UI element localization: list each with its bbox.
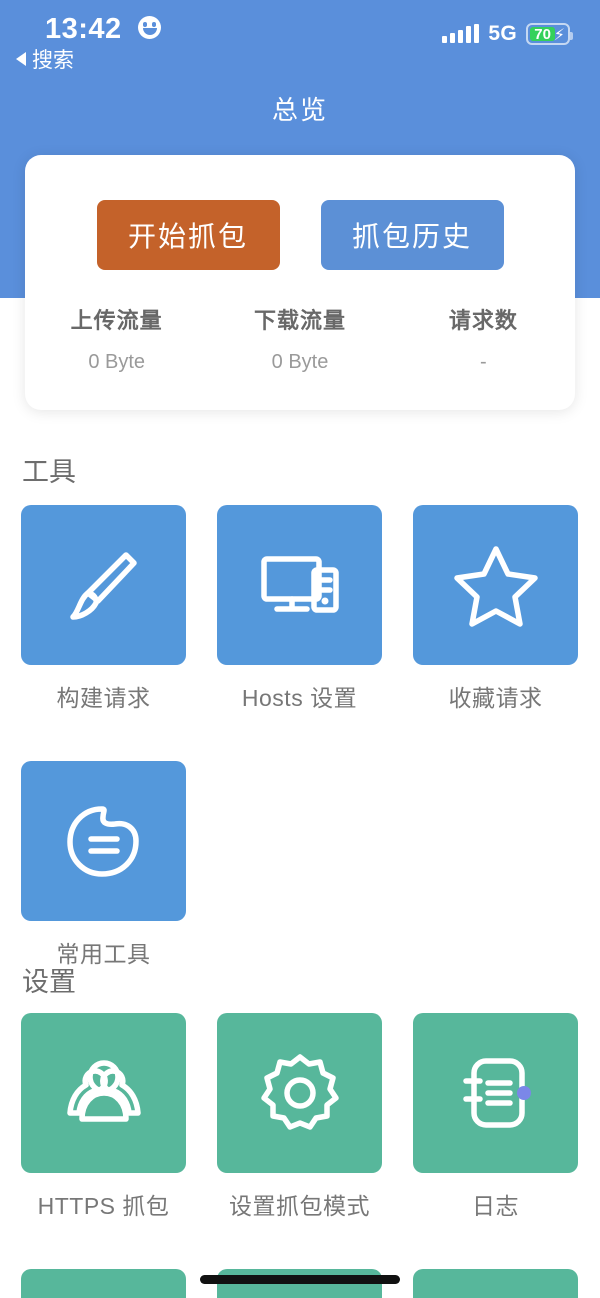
- tools-grid: 构建请求 Hosts 设置 收藏请求 常用工具: [21, 505, 579, 1017]
- desktop-computer-icon: [217, 505, 382, 665]
- section-title-tools: 工具: [22, 457, 76, 487]
- steam-waves-icon: [413, 1269, 578, 1298]
- notebook-icon: [413, 1013, 578, 1173]
- pen-icon: [21, 1269, 186, 1298]
- stat-request-count: 请求数 -: [392, 303, 575, 374]
- stat-label: 下载流量: [253, 308, 346, 333]
- stat-label: 请求数: [448, 308, 518, 333]
- page-title: 总览: [271, 95, 328, 125]
- battery-percent-label: 70: [534, 25, 551, 43]
- settings-tile-https-capture[interactable]: HTTPS 抓包: [21, 1013, 186, 1221]
- stat-download: 下载流量 0 Byte: [208, 303, 391, 374]
- toolbox-blob-icon: [21, 761, 186, 921]
- start-capture-button[interactable]: 开始抓包: [96, 200, 280, 270]
- signal-bars-icon: [442, 24, 480, 43]
- stat-value: -: [479, 351, 487, 373]
- settings-tile-label: 日志: [472, 1193, 519, 1219]
- settings-tile-pen[interactable]: [21, 1269, 186, 1298]
- tool-tile-favorite-requests[interactable]: 收藏请求: [413, 505, 578, 713]
- capture-history-button[interactable]: 抓包历史: [320, 200, 504, 270]
- battery-indicator: 70 ⚡: [526, 23, 573, 45]
- star-icon: [413, 505, 578, 665]
- app-screen: 13:42 5G 70 ⚡ 搜索 总览 开始抓包 抓包历史 上传流量 0 Byt…: [0, 0, 600, 1298]
- stat-value: 0 Byte: [271, 351, 329, 373]
- smiley-face-icon: [138, 16, 161, 44]
- section-title-settings: 设置: [22, 967, 76, 997]
- home-indicator-bar[interactable]: [200, 1275, 400, 1284]
- status-bar-indicators: 5G 70 ⚡: [442, 22, 573, 46]
- summary-card: 开始抓包 抓包历史 上传流量 0 Byte 下载流量 0 Byte 请求数 -: [25, 155, 575, 410]
- settings-tile-logs[interactable]: 日志: [413, 1013, 578, 1221]
- tool-tile-common-tools[interactable]: 常用工具: [21, 761, 186, 969]
- settings-tile-capture-mode[interactable]: 设置抓包模式: [217, 1013, 382, 1221]
- traffic-stats: 上传流量 0 Byte 下载流量 0 Byte 请求数 -: [25, 303, 575, 374]
- status-bar: 13:42 5G 70 ⚡: [0, 0, 600, 52]
- status-bar-time: 13:42: [45, 13, 122, 45]
- card-action-buttons: 开始抓包 抓包历史: [25, 200, 575, 270]
- tool-tile-label: 构建请求: [56, 685, 151, 711]
- back-caret-icon: [16, 52, 26, 66]
- lightning-bolt-icon: ⚡: [553, 27, 565, 44]
- stat-upload: 上传流量 0 Byte: [25, 303, 208, 374]
- tool-tile-label: 收藏请求: [448, 685, 543, 711]
- settings-tile-label: HTTPS 抓包: [37, 1193, 170, 1219]
- stat-label: 上传流量: [70, 308, 163, 333]
- tool-tile-hosts-settings[interactable]: Hosts 设置: [217, 505, 382, 713]
- settings-tile-steam[interactable]: [413, 1269, 578, 1298]
- settings-grid: HTTPS 抓包 设置抓包模式 日志: [21, 1013, 579, 1298]
- settings-tile-label: 设置抓包模式: [229, 1193, 370, 1219]
- tool-tile-build-request[interactable]: 构建请求: [21, 505, 186, 713]
- gear-icon: [217, 1013, 382, 1173]
- network-type-label: 5G: [488, 22, 517, 45]
- tool-tile-label: Hosts 设置: [241, 685, 358, 711]
- people-group-icon: [21, 1013, 186, 1173]
- back-label: 搜索: [32, 49, 74, 72]
- paintbrush-icon: [21, 505, 186, 665]
- stat-value: 0 Byte: [88, 351, 146, 373]
- back-navigation[interactable]: 搜索: [16, 44, 74, 74]
